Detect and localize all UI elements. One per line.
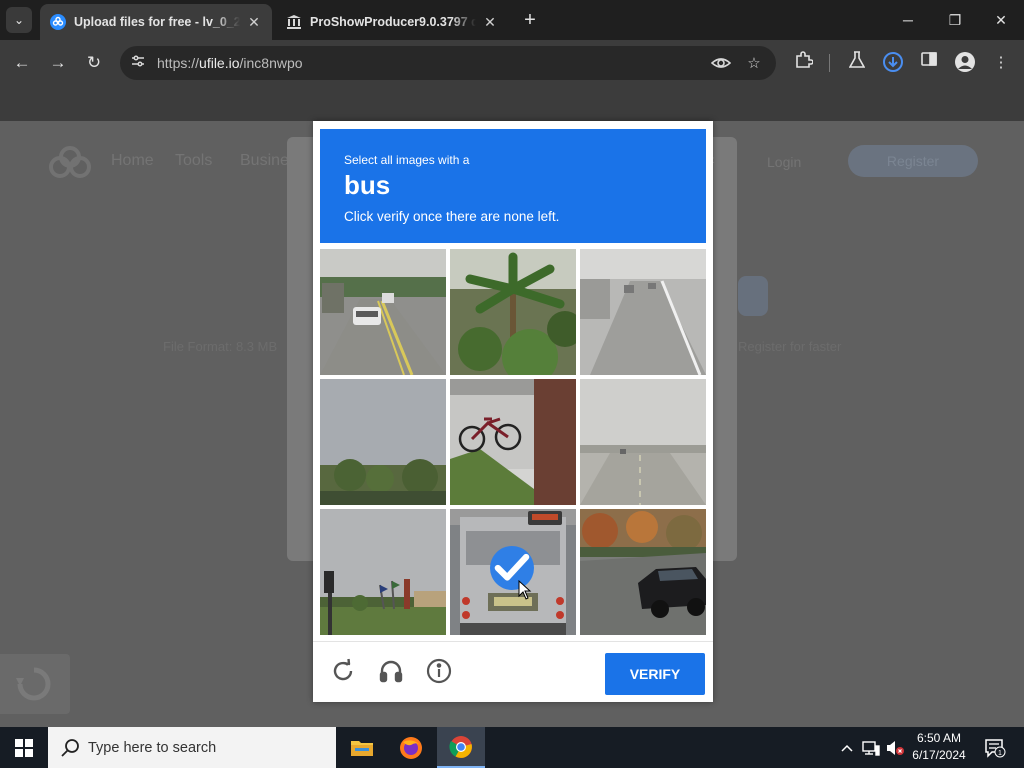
extensions-puzzle-icon[interactable] [792, 51, 816, 75]
captcha-tile-1[interactable] [320, 249, 446, 375]
site-promo-text: Register for faster [738, 339, 842, 354]
captcha-tile-2[interactable] [450, 249, 576, 375]
tab-upload-files[interactable]: Upload files for free - lv_0_2024 ✕ [40, 4, 272, 40]
eye-icon[interactable] [710, 53, 732, 75]
captcha-tile-3[interactable] [580, 249, 706, 375]
tab-proshow[interactable]: ProShowProducer9.0.3797 direct ✕ [276, 4, 508, 40]
captcha-instruction: Click verify once there are none left. [344, 209, 560, 224]
bicycle-image [450, 379, 576, 505]
black-car-image [580, 509, 706, 635]
url-path: /inc8nwpo [239, 55, 303, 71]
empty-road-image [580, 379, 706, 505]
tab-close-icon[interactable]: ✕ [482, 14, 498, 31]
back-arrow-icon[interactable]: ← [9, 50, 35, 76]
notification-center-icon[interactable]: 1 [980, 727, 1010, 768]
captcha-tile-4[interactable] [320, 379, 446, 505]
captcha-tile-6[interactable] [580, 379, 706, 505]
labs-flask-icon[interactable] [845, 51, 869, 75]
url-text: https://ufile.io/inc8nwpo [157, 55, 303, 71]
close-window-icon[interactable]: ✕ [981, 6, 1021, 34]
palm-trees-image [450, 249, 576, 375]
tab-strip: ⌄ Upload files for free - lv_0_2024 ✕ Pr… [0, 0, 1024, 40]
info-icon[interactable] [423, 655, 455, 687]
site-info-icon[interactable] [128, 53, 148, 73]
taskbar-clock[interactable]: 6:50 AM 6/17/2024 [906, 730, 972, 764]
tab-close-icon[interactable]: ✕ [246, 14, 262, 31]
tab-search-button[interactable]: ⌄ [6, 7, 32, 33]
refresh-icon[interactable] [327, 655, 359, 687]
bookmark-star-icon[interactable]: ☆ [743, 53, 765, 75]
recaptcha-badge[interactable] [0, 654, 70, 714]
tray-overflow-chevron-icon[interactable] [838, 727, 856, 768]
site-login-link: Login [767, 154, 802, 170]
volume-muted-icon[interactable] [884, 727, 906, 768]
toolbar-divider [829, 54, 830, 72]
forward-arrow-icon[interactable]: → [45, 50, 71, 76]
taskbar-search-box[interactable]: Type here to search [48, 727, 336, 768]
minimize-icon[interactable]: ─ [888, 6, 928, 34]
site-register-button: Register [848, 145, 978, 177]
download-progress-icon[interactable] [881, 51, 905, 75]
site-nav-home: Home [111, 152, 154, 169]
tab-title: Upload files for free - lv_0_2024 [74, 15, 240, 29]
ufile-favicon-icon [50, 14, 66, 30]
captcha-header: Select all images with a bus Click verif… [320, 129, 706, 243]
address-bar[interactable]: https://ufile.io/inc8nwpo ☆ [120, 46, 776, 80]
windows-taskbar: Type here to search 6:50 AM 6/17/2024 1 [0, 727, 1024, 768]
site-nav-tools: Tools [175, 152, 213, 169]
search-placeholder: Type here to search [88, 739, 217, 756]
captcha-prompt-intro: Select all images with a [344, 153, 470, 167]
highway-image [580, 249, 706, 375]
mouse-cursor-icon [518, 580, 532, 600]
network-icon[interactable] [860, 727, 882, 768]
sky-trees-image [320, 379, 446, 505]
captcha-challenge: Select all images with a bus Click verif… [313, 121, 713, 702]
start-button[interactable] [0, 727, 48, 768]
menu-kebab-icon[interactable]: ⋮ [989, 51, 1013, 75]
url-host: ufile.io [199, 55, 240, 71]
search-icon [61, 738, 79, 757]
windows-logo-icon [15, 738, 33, 757]
bookmark-bar [0, 86, 1024, 121]
chrome-icon[interactable] [437, 727, 485, 768]
recaptcha-logo-icon [16, 667, 51, 701]
intersection-image [320, 509, 446, 635]
captcha-target-object: bus [344, 170, 391, 200]
screen: ⌄ Upload files for free - lv_0_2024 ✕ Pr… [0, 0, 1024, 768]
building-favicon-icon [286, 14, 302, 30]
clock-time: 6:50 AM [916, 731, 962, 745]
reload-icon[interactable]: ↻ [81, 50, 107, 76]
url-scheme: https:// [157, 55, 200, 71]
captcha-tile-5[interactable] [450, 379, 576, 505]
firefox-icon[interactable] [387, 727, 435, 768]
clock-date: 6/17/2024 [912, 748, 966, 762]
browser-toolbar: ← → ↻ https://ufile.io/inc8nwpo ☆ ⋮ [0, 40, 1024, 86]
notification-count: 1 [998, 750, 1002, 757]
road-car-image [320, 249, 446, 375]
captcha-footer: VERIFY [313, 641, 713, 702]
profile-avatar-icon[interactable] [953, 51, 977, 75]
new-tab-icon[interactable]: + [518, 9, 542, 33]
captcha-image-grid [320, 249, 706, 635]
chevron-down-icon: ⌄ [13, 13, 25, 27]
restore-icon[interactable]: ❐ [935, 6, 975, 34]
verify-button[interactable]: VERIFY [605, 653, 705, 695]
side-panel-icon[interactable] [917, 51, 941, 75]
tab-title: ProShowProducer9.0.3797 direct [310, 15, 476, 29]
captcha-tile-7[interactable] [320, 509, 446, 635]
site-decoration [738, 276, 768, 316]
audio-headphones-icon[interactable] [375, 655, 407, 687]
captcha-tile-8-selected[interactable] [450, 509, 576, 635]
file-explorer-icon[interactable] [338, 727, 386, 768]
site-file-info: File Format: 8.3 MB [163, 339, 278, 354]
ufile-logo-icon [46, 145, 94, 181]
captcha-tile-9[interactable] [580, 509, 706, 635]
